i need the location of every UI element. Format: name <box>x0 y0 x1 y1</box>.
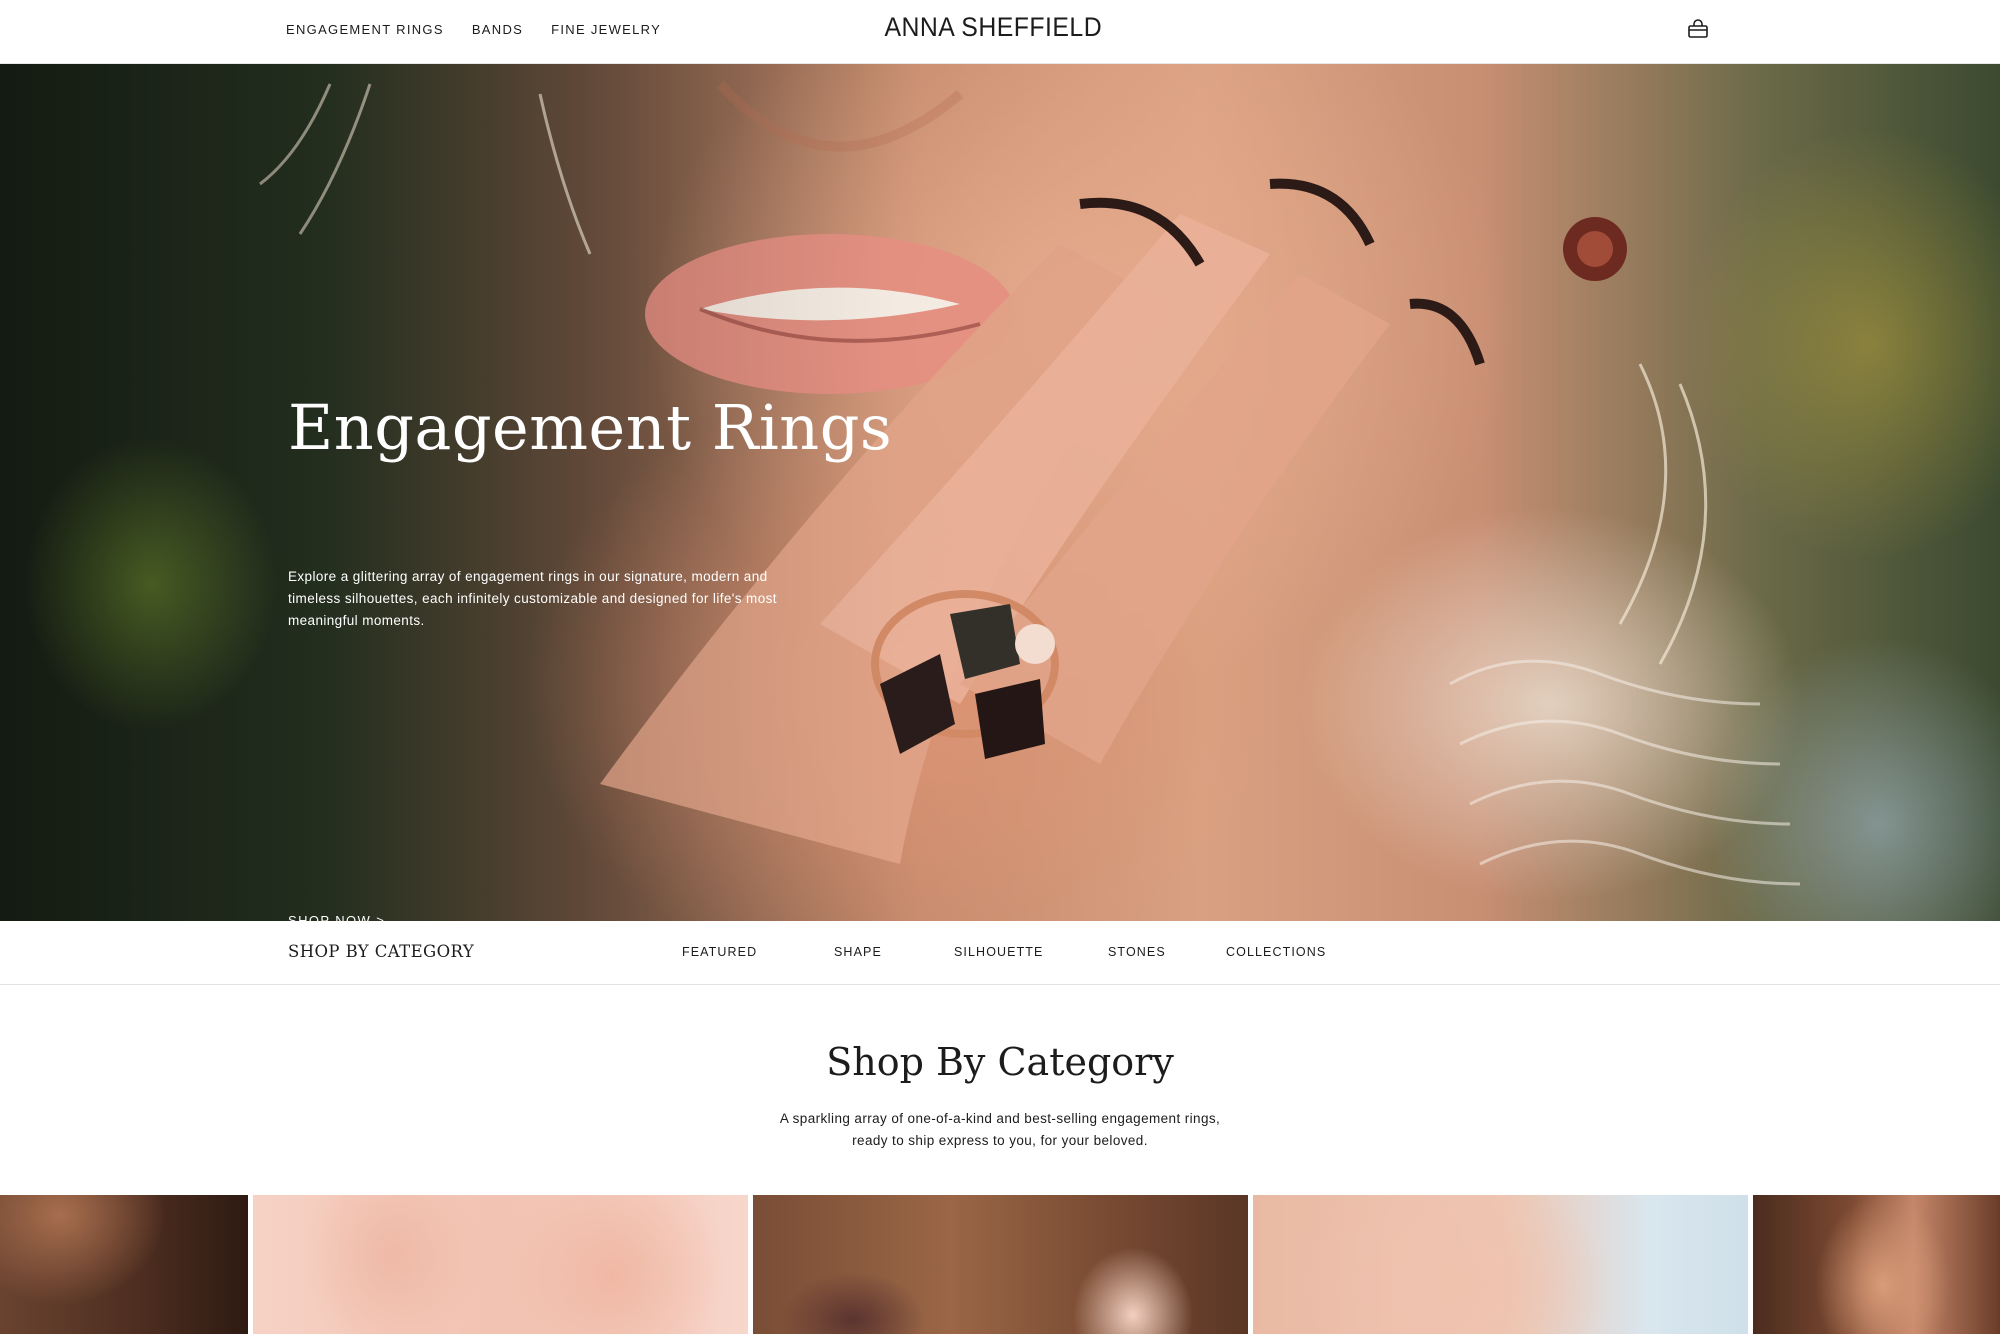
tab-shape[interactable]: SHAPE <box>834 945 882 959</box>
section-description: A sparkling array of one-of-a-kind and b… <box>779 1111 1221 1148</box>
hero-shade <box>0 64 900 921</box>
shop-now-link[interactable]: SHOP NOW > <box>288 913 385 921</box>
category-bar: SHOP BY CATEGORY FEATURED SHAPE SILHOUET… <box>0 921 2000 985</box>
hero-title: Engagement Rings <box>288 391 893 464</box>
site-header: ENGAGEMENT RINGS BANDS FINE JEWELRY ANNA… <box>0 0 2000 64</box>
category-tile[interactable] <box>253 1195 748 1334</box>
category-tile[interactable] <box>1753 1195 2000 1334</box>
shopping-bag-icon <box>1688 19 1708 38</box>
category-tile[interactable] <box>753 1195 1248 1334</box>
hero-banner: Engagement Rings Explore a glittering ar… <box>0 64 2000 921</box>
tab-stones[interactable]: STONES <box>1108 945 1166 959</box>
category-tile[interactable] <box>0 1195 248 1334</box>
section-heading: Shop By Category <box>826 1040 1174 1084</box>
tab-collections[interactable]: COLLECTIONS <box>1226 945 1326 959</box>
tab-silhouette[interactable]: SILHOUETTE <box>954 945 1044 959</box>
cart-button[interactable] <box>1685 16 1711 42</box>
category-bar-title: SHOP BY CATEGORY <box>288 942 475 961</box>
hero-description: Explore a glittering array of engagement… <box>288 569 777 628</box>
brand-name[interactable]: ANNA SHEFFIELD <box>884 12 1102 43</box>
category-tile[interactable] <box>1253 1195 1748 1334</box>
tab-featured[interactable]: FEATURED <box>682 945 757 959</box>
